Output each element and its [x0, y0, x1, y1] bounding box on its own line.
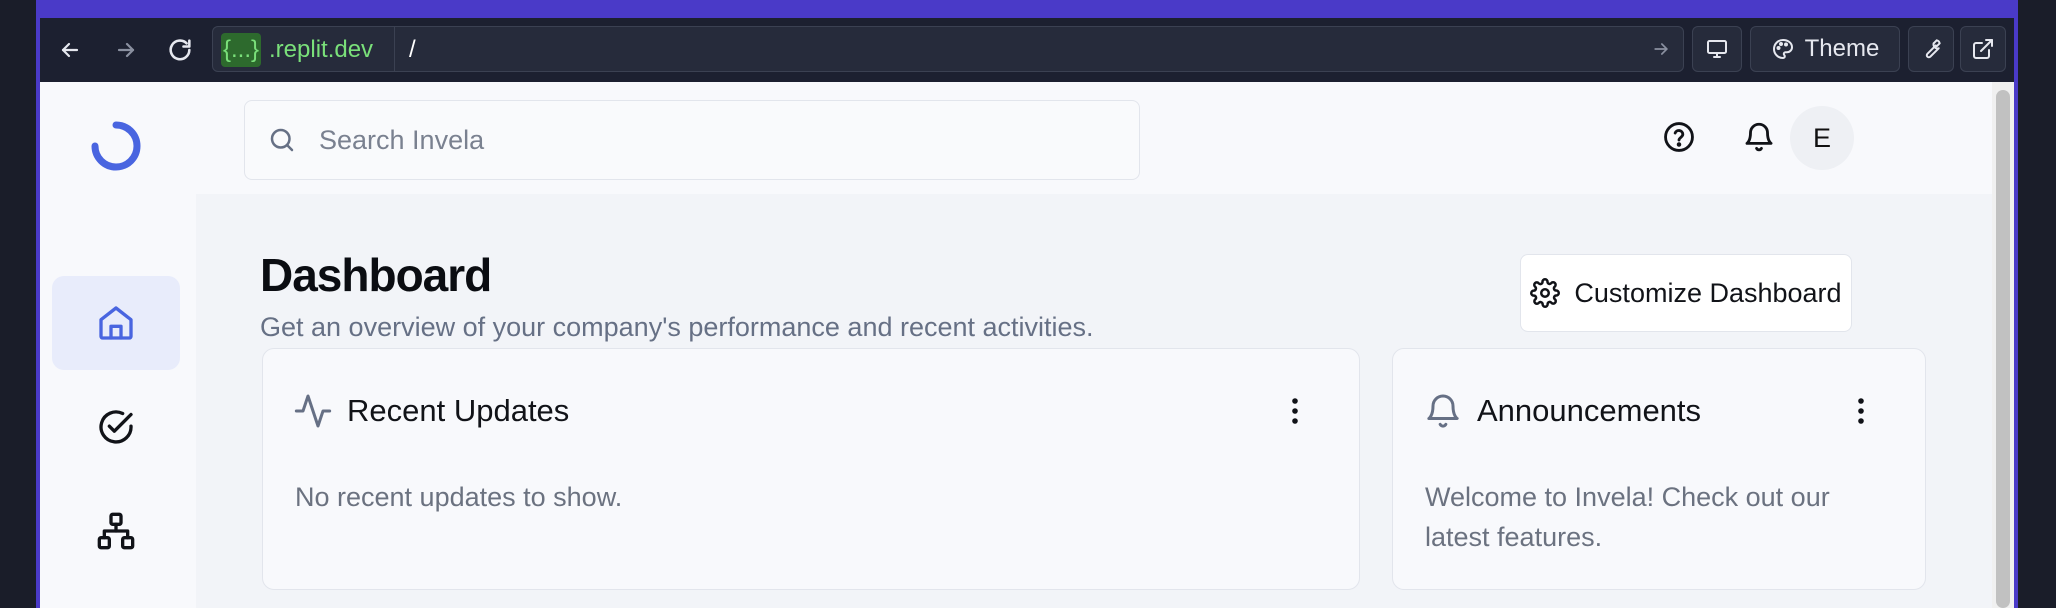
more-vertical-icon [1292, 398, 1298, 424]
external-link-icon [1973, 39, 1993, 59]
reload-button[interactable] [162, 32, 198, 68]
sidebar-item-home[interactable] [52, 276, 180, 370]
sidebar [40, 82, 196, 608]
card-title: Recent Updates [347, 393, 570, 428]
theme-button[interactable]: Theme [1750, 26, 1900, 72]
open-new-tab-button[interactable] [1960, 26, 2006, 72]
sidebar-item-network[interactable] [52, 484, 180, 578]
devtools-button[interactable] [1908, 26, 1954, 72]
check-circle-icon [99, 410, 133, 444]
wrench-icon [1925, 39, 1941, 59]
search-box[interactable] [244, 100, 1140, 180]
help-circle-icon [1664, 122, 1694, 152]
theme-label: Theme [1804, 35, 1880, 62]
activity-icon [294, 394, 332, 428]
card-title: Announcements [1477, 393, 1702, 428]
notifications-button[interactable] [1734, 112, 1784, 162]
network-icon [97, 512, 135, 550]
invela-logo[interactable] [90, 120, 142, 177]
reload-icon [169, 39, 191, 61]
help-button[interactable] [1654, 112, 1704, 162]
search-icon [267, 125, 297, 160]
browser-toolbar: {...} .replit.dev / Theme [40, 18, 2014, 82]
url-host: .replit.dev [269, 36, 374, 63]
scrollbar-thumb[interactable] [1996, 90, 2010, 608]
go-button[interactable] [1651, 39, 1671, 64]
page-subtitle: Get an overview of your company's perfor… [260, 312, 1094, 342]
arrow-left-icon [61, 42, 79, 58]
back-button[interactable] [52, 32, 88, 68]
gear-icon [1530, 278, 1561, 308]
dashboard-main: Dashboard Get an overview of your compan… [196, 194, 1992, 608]
card-menu-button[interactable] [1279, 395, 1311, 427]
card-body: Welcome to Invela! Check out our latest … [1425, 482, 1830, 552]
palette-icon [1772, 39, 1793, 59]
arrow-right-icon [1654, 43, 1668, 55]
home-icon [99, 306, 133, 340]
card-body: No recent updates to show. [295, 482, 623, 512]
avatar[interactable]: E [1790, 106, 1854, 170]
recent-updates-card: Recent Updates No recent updates to show… [262, 348, 1360, 590]
device-preview-button[interactable] [1692, 26, 1742, 72]
card-header: Recent Updates [293, 391, 569, 431]
customize-dashboard-button[interactable]: Customize Dashboard [1520, 254, 1852, 332]
url-separator [394, 27, 395, 71]
window-accent-band [36, 0, 2018, 18]
bell-icon [1745, 122, 1773, 152]
forward-button[interactable] [108, 32, 144, 68]
bell-icon [1427, 394, 1459, 428]
more-vertical-icon [1858, 398, 1864, 424]
url-path[interactable]: / [409, 33, 416, 67]
top-header: E [196, 82, 2014, 194]
monitor-icon [1707, 40, 1727, 58]
window-accent-border-right [2014, 18, 2018, 608]
customize-dashboard-label: Customize Dashboard [1574, 277, 1842, 308]
search-input[interactable] [317, 101, 1121, 180]
sidebar-item-tasks[interactable] [52, 380, 180, 474]
url-bar[interactable]: {...} .replit.dev / [212, 26, 1684, 72]
app-viewport: E Dashboard Get an overview of your comp… [40, 82, 2014, 608]
card-menu-button[interactable] [1845, 395, 1877, 427]
announcements-card: Announcements Welcome to Invela! Check o… [1392, 348, 1926, 590]
card-header: Announcements [1423, 391, 1701, 431]
url-host-highlight: {...} [221, 33, 262, 67]
logo-icon [91, 121, 141, 171]
page-title: Dashboard [260, 249, 492, 301]
window-frame-left [0, 0, 36, 608]
arrow-right-icon [117, 42, 135, 58]
window-frame-right [2018, 0, 2056, 608]
